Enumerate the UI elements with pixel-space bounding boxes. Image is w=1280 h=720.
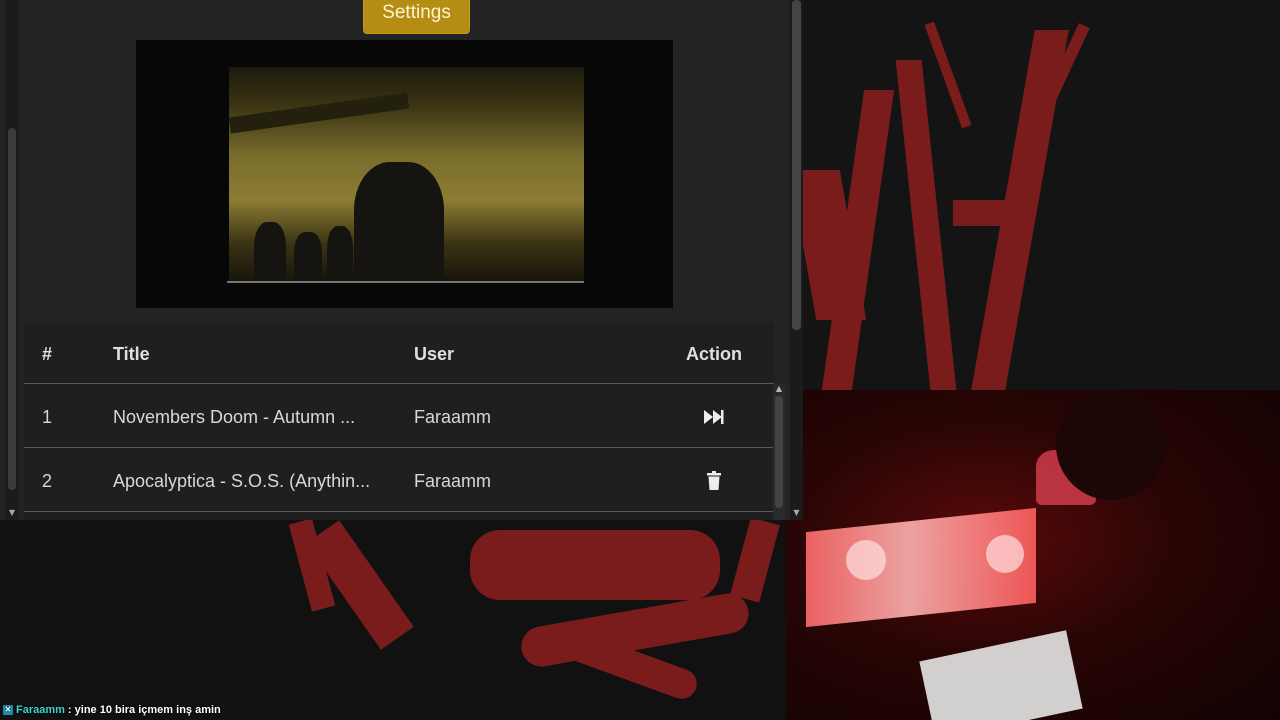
chevron-down-icon[interactable]: ▼ xyxy=(8,508,16,518)
chat-message: ✕ Faraamm : yine 10 bira içmem inş amin xyxy=(3,703,221,717)
panel-scrollbar[interactable]: ▼ xyxy=(6,0,18,520)
chevron-up-icon[interactable]: ▲ xyxy=(773,384,785,394)
panel-scrollbar-thumb[interactable] xyxy=(8,128,16,490)
queue-table: # Title User Action 1 Novembers Doom - A… xyxy=(24,322,774,520)
row-index: 2 xyxy=(42,471,53,491)
row-divider xyxy=(24,447,774,448)
video-thumbnail xyxy=(229,67,584,282)
chat-badge-icon: ✕ xyxy=(3,705,13,715)
column-header-user: User xyxy=(414,344,455,364)
column-header-title: Title xyxy=(113,344,150,364)
settings-button[interactable]: Settings xyxy=(363,0,470,34)
column-header-action: Action xyxy=(686,344,742,364)
background-art-serpent xyxy=(0,520,786,720)
header-divider xyxy=(24,383,774,384)
fast-forward-icon[interactable] xyxy=(704,409,724,425)
video-player[interactable] xyxy=(136,40,673,308)
row-title: Apocalyptica - S.O.S. (Anythin... xyxy=(113,471,371,491)
chat-username: Faraamm xyxy=(16,704,65,716)
row-user: Faraamm xyxy=(414,407,492,427)
background-photo-pc xyxy=(786,390,1280,720)
table-scrollbar[interactable]: ▲ xyxy=(773,384,785,520)
row-index: 1 xyxy=(42,407,53,427)
column-header-index: # xyxy=(42,344,53,364)
background-art-logo xyxy=(803,0,1280,390)
table-scrollbar-thumb[interactable] xyxy=(775,396,783,508)
chevron-down-icon[interactable]: ▼ xyxy=(790,508,803,518)
row-title: Novembers Doom - Autumn ... xyxy=(113,407,356,427)
music-player-panel: ▼ Settings # Title User Action 1 Novembe… xyxy=(0,0,803,520)
page-scrollbar[interactable]: ▼ xyxy=(790,0,803,520)
video-progress-bar[interactable] xyxy=(227,281,584,283)
trash-icon[interactable] xyxy=(707,471,721,490)
chat-text: : yine 10 bira içmem inş amin xyxy=(67,704,221,716)
row-user: Faraamm xyxy=(414,471,492,491)
row-divider xyxy=(24,511,774,512)
page-scrollbar-thumb[interactable] xyxy=(792,0,801,330)
